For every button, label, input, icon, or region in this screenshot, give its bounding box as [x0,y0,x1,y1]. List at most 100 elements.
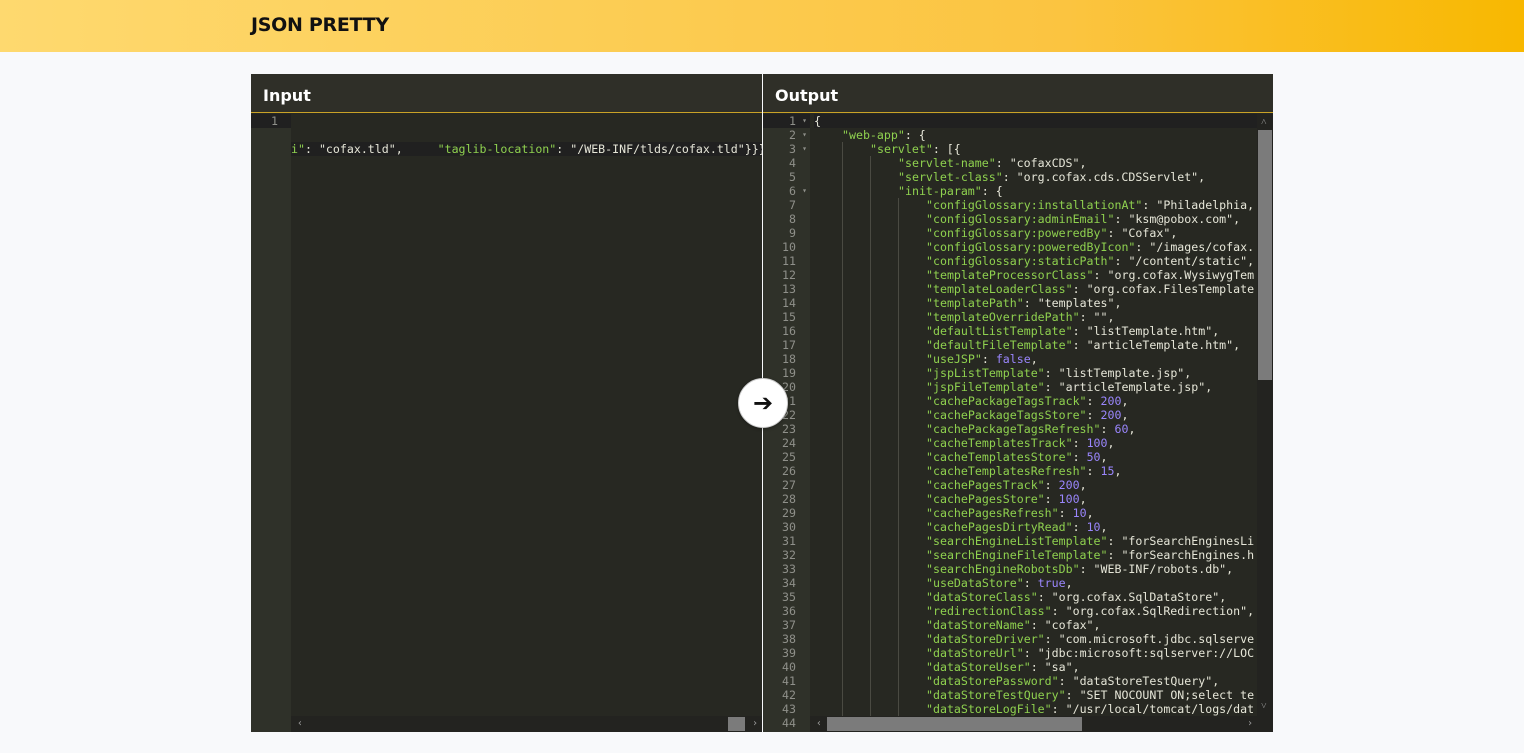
punctuation: : [1058,674,1073,688]
line-number: 10 [782,240,796,254]
punctuation: , [1226,562,1234,576]
json-key: "dataStoreName" [926,618,1031,632]
line-number: 7 [789,198,796,212]
fold-toggle-icon[interactable]: ▾ [802,128,807,142]
line-number: 16 [782,324,796,338]
code-line: "dataStoreLogFile": "/usr/local/tomcat/l… [814,702,1257,716]
json-string: "listTemplate.htm" [1086,324,1213,338]
json-key: "cachePackageTagsRefresh" [926,422,1101,436]
code-line: "dataStorePassword": "dataStoreTestQuery… [814,674,1257,688]
json-string: "com.microsoft.jdbc.sqlserve [1058,632,1255,646]
line-number: 30 [782,520,796,534]
json-string: "dataStoreTestQuery" [1072,674,1213,688]
code-line: i": "cofax.tld", "taglib-location": "/WE… [291,142,762,156]
punctuation: , [1079,492,1087,506]
fold-toggle-icon[interactable]: ▾ [802,184,807,198]
fold-toggle-icon[interactable]: ▾ [802,114,807,128]
code-line: "servlet-class": "org.cofax.cds.CDSServl… [814,170,1257,184]
code-line: "dataStoreUrl": "jdbc:microsoft:sqlserve… [814,646,1257,660]
punctuation: : [1072,282,1087,296]
scroll-left-icon[interactable]: ‹ [816,717,822,731]
line-number: 6 ▾ [789,184,807,198]
json-key: "servlet-name" [898,156,996,170]
punctuation: , [1107,310,1115,324]
punctuation: , [1212,674,1220,688]
punctuation: , [1107,436,1115,450]
code-line: "jspFileTemplate": "articleTemplate.jsp"… [814,380,1257,394]
input-code[interactable]: i": "cofax.tld", "taglib-location": "/WE… [291,114,762,732]
json-literal: false [995,352,1031,366]
code-line: "cachePackageTagsStore": 200, [814,408,1257,422]
punctuation: , [1121,394,1129,408]
scroll-up-icon[interactable]: ˄ [1261,116,1267,130]
scrollbar-thumb[interactable] [1258,130,1272,380]
json-string: "org.cofax.cds.CDSServlet" [1016,170,1199,184]
scroll-right-icon[interactable]: › [1247,717,1253,731]
code-line: "cachePagesDirtyRead": 10, [814,520,1257,534]
json-string: "" [1093,310,1108,324]
output-horizontal-scrollbar[interactable]: ‹ › [810,716,1273,732]
json-string: "ksm@pobox.com" [1128,212,1234,226]
line-number: 44 [782,716,796,730]
scrollbar-thumb[interactable] [827,717,1082,731]
punctuation: : [1107,534,1122,548]
input-horizontal-scrollbar[interactable]: ‹ › [291,716,762,732]
scroll-down-icon[interactable]: ˅ [1261,700,1267,714]
json-literal: 100 [1058,492,1080,506]
scroll-left-icon[interactable]: ‹ [297,717,303,731]
punctuation: : [1079,562,1094,576]
code-line: "defaultFileTemplate": "articleTemplate.… [814,338,1257,352]
json-key: "cachePagesDirtyRead" [926,520,1073,534]
line-number: 36 [782,604,796,618]
punctuation: : [1086,394,1101,408]
code-line: "dataStoreUser": "sa", [814,660,1257,674]
punctuation: , [1065,576,1073,590]
json-key: "web-app" [842,128,905,142]
code-line: "configGlossary:poweredByIcon": "/images… [814,240,1257,254]
punctuation: : [1072,324,1087,338]
punctuation: , [1233,212,1241,226]
output-vertical-scrollbar[interactable]: ˄ ˅ [1257,114,1273,716]
json-key: "cacheTemplatesRefresh" [926,464,1087,478]
punctuation: : [1044,366,1059,380]
convert-button[interactable]: ➔ [738,378,788,428]
json-key: "templatePath" [926,296,1024,310]
line-number: 24 [782,436,796,450]
line-number: 39 [782,646,796,660]
punctuation: , [1184,366,1192,380]
punctuation: { [995,184,1003,198]
line-number: 25 [782,450,796,464]
punctuation: : [304,142,319,156]
punctuation: , [1212,324,1220,338]
json-string: "templates" [1037,296,1115,310]
json-literal: 200 [1100,394,1122,408]
punctuation: : [1086,408,1101,422]
code-line: "dataStoreName": "cofax", [814,618,1257,632]
json-literal: true [1037,576,1066,590]
line-number: 42 [782,688,796,702]
fold-toggle-icon[interactable]: ▾ [802,142,807,156]
scroll-right-icon[interactable]: › [752,717,758,731]
punctuation: : [1044,492,1059,506]
json-string: "cofax.tld" [318,142,396,156]
code-line: "cachePackageTagsRefresh": 60, [814,422,1257,436]
punctuation: : [1142,198,1157,212]
output-editor[interactable]: 1 ▾ 2 ▾ 3 ▾ 4 5 6 ▾ 7 8 9 10 11 12 13 14 15 16 17 18 19 20 21 22 2… [763,114,1273,732]
json-string: "forSearchEngines.h [1121,548,1255,562]
punctuation: : [1072,520,1087,534]
json-key: "cachePagesStore" [926,492,1045,506]
scrollbar-thumb[interactable] [728,717,745,731]
code-line: "templateLoaderClass": "org.cofax.FilesT… [814,282,1257,296]
json-key: "dataStoreUrl" [926,646,1024,660]
punctuation: , [395,142,438,156]
punctuation: , [1100,520,1108,534]
line-number: 17 [782,338,796,352]
json-string: "/usr/local/tomcat/logs/dat [1065,702,1255,716]
json-key: "configGlossary:poweredByIcon" [926,240,1136,254]
line-number: 11 [782,254,796,268]
json-string: "/images/cofax. [1149,240,1255,254]
punctuation: , [1100,450,1108,464]
code-line: "dataStoreTestQuery": "SET NOCOUNT ON;se… [814,688,1257,702]
input-editor[interactable]: 1 i": "cofax.tld", "taglib-location": "/… [251,114,762,732]
line-number: 41 [782,674,796,688]
